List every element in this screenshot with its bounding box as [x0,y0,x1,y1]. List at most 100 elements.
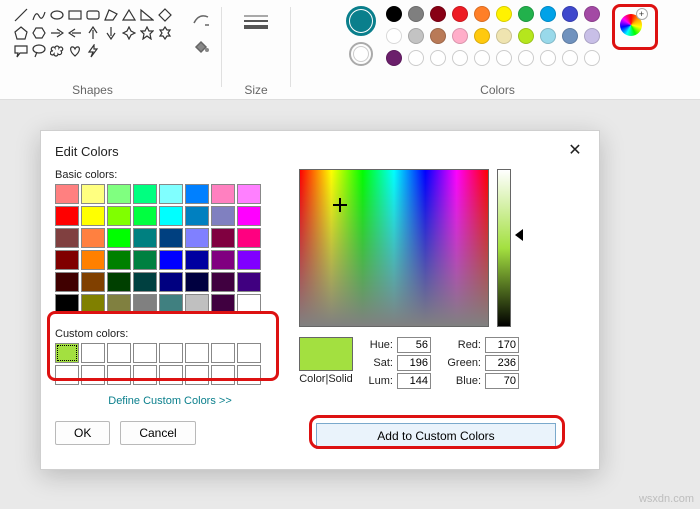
luminance-slider[interactable] [497,169,511,327]
palette-swatch[interactable] [386,6,402,22]
arrow-up-icon[interactable] [84,24,102,42]
custom-color-swatch[interactable] [237,365,261,385]
basic-color-swatch[interactable] [133,294,157,314]
define-custom-colors-link[interactable]: Define Custom Colors >> [55,395,285,407]
palette-swatch[interactable] [518,6,534,22]
palette-swatch[interactable] [408,6,424,22]
polygon-icon[interactable] [102,6,120,24]
color-spectrum[interactable] [299,169,489,327]
custom-color-swatch[interactable] [107,365,131,385]
palette-swatch[interactable] [496,28,512,44]
basic-color-swatch[interactable] [211,206,235,226]
palette-swatch[interactable] [452,6,468,22]
rect-icon[interactable] [66,6,84,24]
triangle-icon[interactable] [120,6,138,24]
outline-dropdown[interactable] [185,8,217,32]
roundrect-icon[interactable] [84,6,102,24]
basic-color-swatch[interactable] [133,228,157,248]
heart-icon[interactable] [66,42,84,60]
basic-color-swatch[interactable] [81,250,105,270]
basic-color-swatch[interactable] [159,272,183,292]
basic-color-swatch[interactable] [185,228,209,248]
palette-swatch[interactable] [474,28,490,44]
palette-swatch[interactable] [496,6,512,22]
palette-swatch[interactable] [408,28,424,44]
palette-swatch[interactable] [540,28,556,44]
luminance-handle-icon[interactable] [515,229,523,241]
palette-swatch[interactable] [430,6,446,22]
basic-color-swatch[interactable] [159,206,183,226]
green-input[interactable] [485,355,519,371]
palette-swatch-empty[interactable] [474,50,490,66]
basic-color-swatch[interactable] [107,206,131,226]
palette-swatch[interactable] [540,6,556,22]
basic-color-swatch[interactable] [107,294,131,314]
custom-color-swatch[interactable] [107,343,131,363]
star6-icon[interactable] [156,24,174,42]
basic-color-swatch[interactable] [159,228,183,248]
basic-color-swatch[interactable] [159,184,183,204]
add-to-custom-button[interactable]: Add to Custom Colors [316,423,556,449]
basic-color-swatch[interactable] [81,184,105,204]
star4-icon[interactable] [120,24,138,42]
callout-round-icon[interactable] [30,42,48,60]
basic-color-swatch[interactable] [211,184,235,204]
palette-swatch[interactable] [562,6,578,22]
palette-swatch[interactable] [562,28,578,44]
arrow-down-icon[interactable] [102,24,120,42]
basic-color-swatch[interactable] [107,184,131,204]
ok-button[interactable]: OK [55,421,110,445]
basic-color-swatch[interactable] [55,206,79,226]
palette-swatch-empty[interactable] [496,50,512,66]
palette-swatch[interactable] [584,28,600,44]
pentagon-icon[interactable] [12,24,30,42]
fill-dropdown[interactable] [185,34,217,58]
color2-well[interactable] [349,42,373,66]
basic-color-swatch[interactable] [211,294,235,314]
basic-color-swatch[interactable] [237,184,261,204]
basic-color-swatch[interactable] [55,184,79,204]
palette-swatch[interactable] [386,50,402,66]
basic-color-swatch[interactable] [107,228,131,248]
shapes-gallery[interactable] [6,2,180,64]
basic-color-swatch[interactable] [185,206,209,226]
custom-color-swatch[interactable] [133,365,157,385]
basic-color-swatch[interactable] [81,294,105,314]
palette-swatch[interactable] [452,28,468,44]
basic-color-swatch[interactable] [185,250,209,270]
palette-swatch-empty[interactable] [518,50,534,66]
custom-color-swatch[interactable] [133,343,157,363]
basic-color-swatch[interactable] [211,228,235,248]
hexagon-icon[interactable] [30,24,48,42]
callout-cloud-icon[interactable] [48,42,66,60]
diamond-icon[interactable] [156,6,174,24]
palette-swatch-empty[interactable] [584,50,600,66]
custom-color-swatch[interactable] [81,365,105,385]
arrow-left-icon[interactable] [66,24,84,42]
palette-swatch[interactable] [518,28,534,44]
palette-swatch-empty[interactable] [408,50,424,66]
basic-color-swatch[interactable] [159,294,183,314]
basic-color-swatch[interactable] [237,206,261,226]
custom-color-swatch[interactable] [159,343,183,363]
palette-swatch[interactable] [386,28,402,44]
basic-color-swatch[interactable] [185,184,209,204]
custom-color-swatch[interactable] [185,365,209,385]
lum-input[interactable] [397,373,431,389]
palette-swatch[interactable] [584,6,600,22]
basic-color-swatch[interactable] [55,294,79,314]
basic-color-swatch[interactable] [237,294,261,314]
basic-color-swatch[interactable] [55,228,79,248]
basic-color-swatch[interactable] [133,250,157,270]
custom-color-swatch[interactable] [55,365,79,385]
right-triangle-icon[interactable] [138,6,156,24]
sat-input[interactable] [397,355,431,371]
callout-rect-icon[interactable] [12,42,30,60]
custom-color-swatch[interactable] [211,343,235,363]
custom-color-swatch[interactable] [55,343,79,363]
custom-colors-grid[interactable] [55,343,285,385]
blue-input[interactable] [485,373,519,389]
size-dropdown[interactable] [236,2,276,42]
basic-color-swatch[interactable] [107,250,131,270]
basic-color-swatch[interactable] [237,250,261,270]
